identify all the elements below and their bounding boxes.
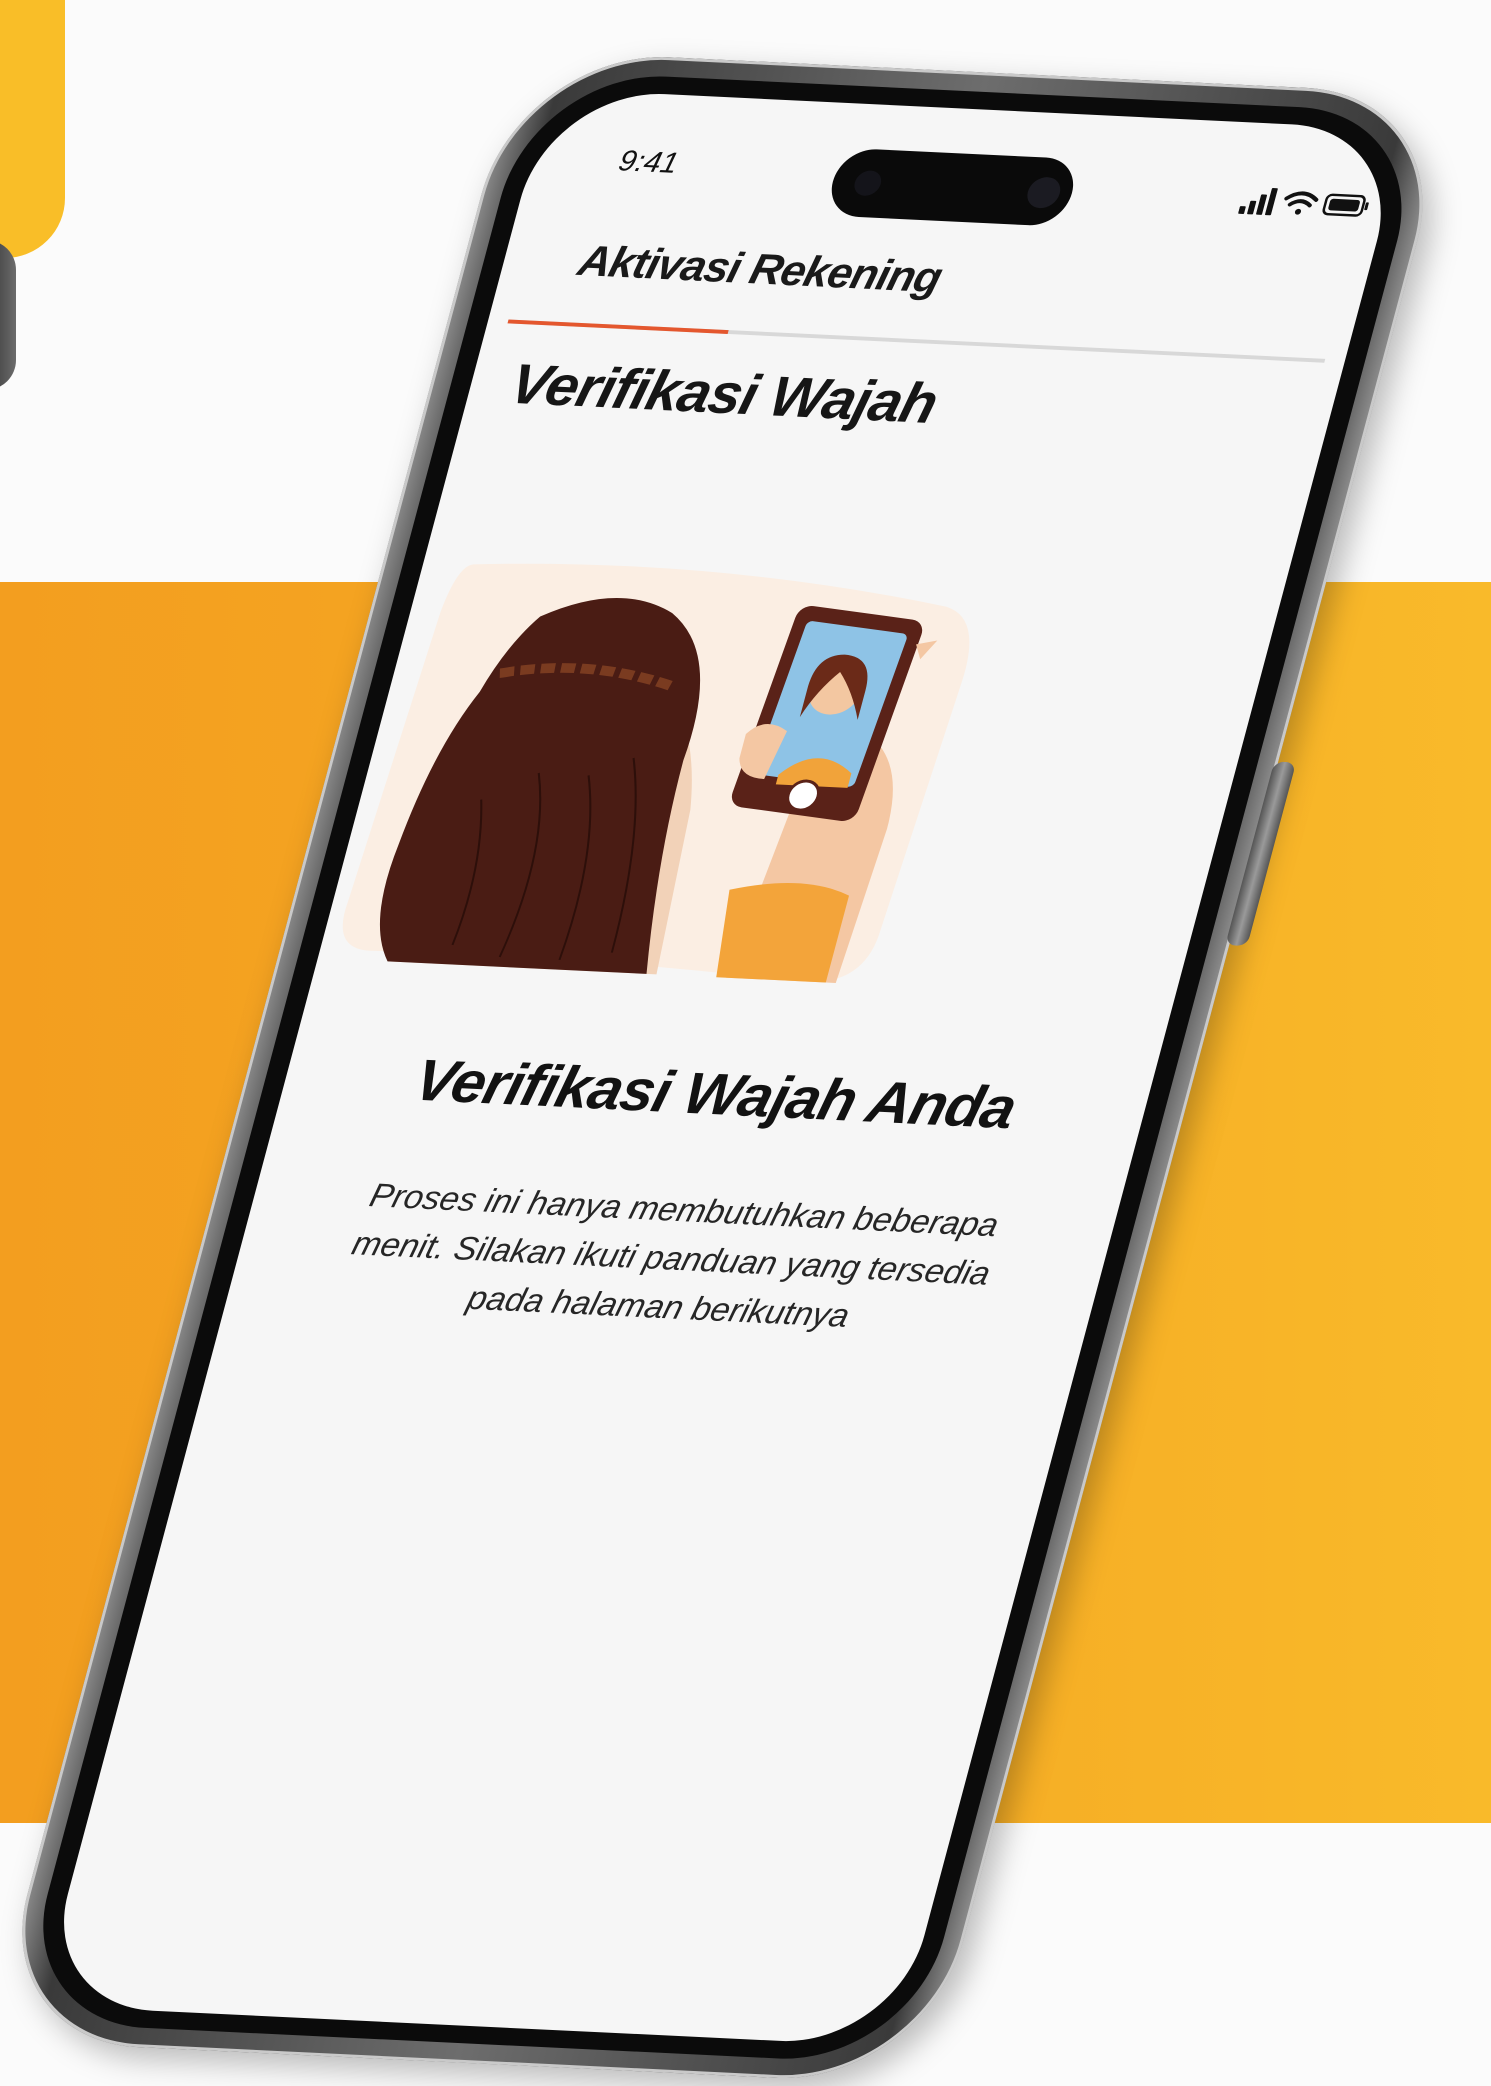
wifi-icon (1284, 191, 1319, 215)
signal-icon (1238, 188, 1278, 216)
front-camera-icon (1023, 176, 1064, 209)
headline: Verifikasi Wajah Anda (407, 1047, 1023, 1141)
dynamic-island (823, 147, 1081, 227)
phone-stage: 9:41 Aktivasi Rekening Verifikasi Wajah … (0, 0, 1491, 2086)
status-icons (1238, 188, 1369, 217)
app-header-title: Aktivasi Rekening (573, 237, 947, 302)
battery-icon (1322, 193, 1369, 217)
phone-device: 9:41 Aktivasi Rekening Verifikasi Wajah … (0, 50, 1457, 2086)
phone-screen: 9:41 Aktivasi Rekening Verifikasi Wajah … (38, 88, 1407, 2047)
face-selfie-illustration (342, 563, 970, 983)
status-time: 9:41 (615, 145, 682, 180)
progress-fill (507, 319, 730, 334)
description: Proses ini hanya membutuhkan beberapa me… (348, 1177, 1003, 1335)
face-sensor-icon (851, 170, 885, 197)
section-title: Verifikasi Wajah (503, 352, 944, 436)
